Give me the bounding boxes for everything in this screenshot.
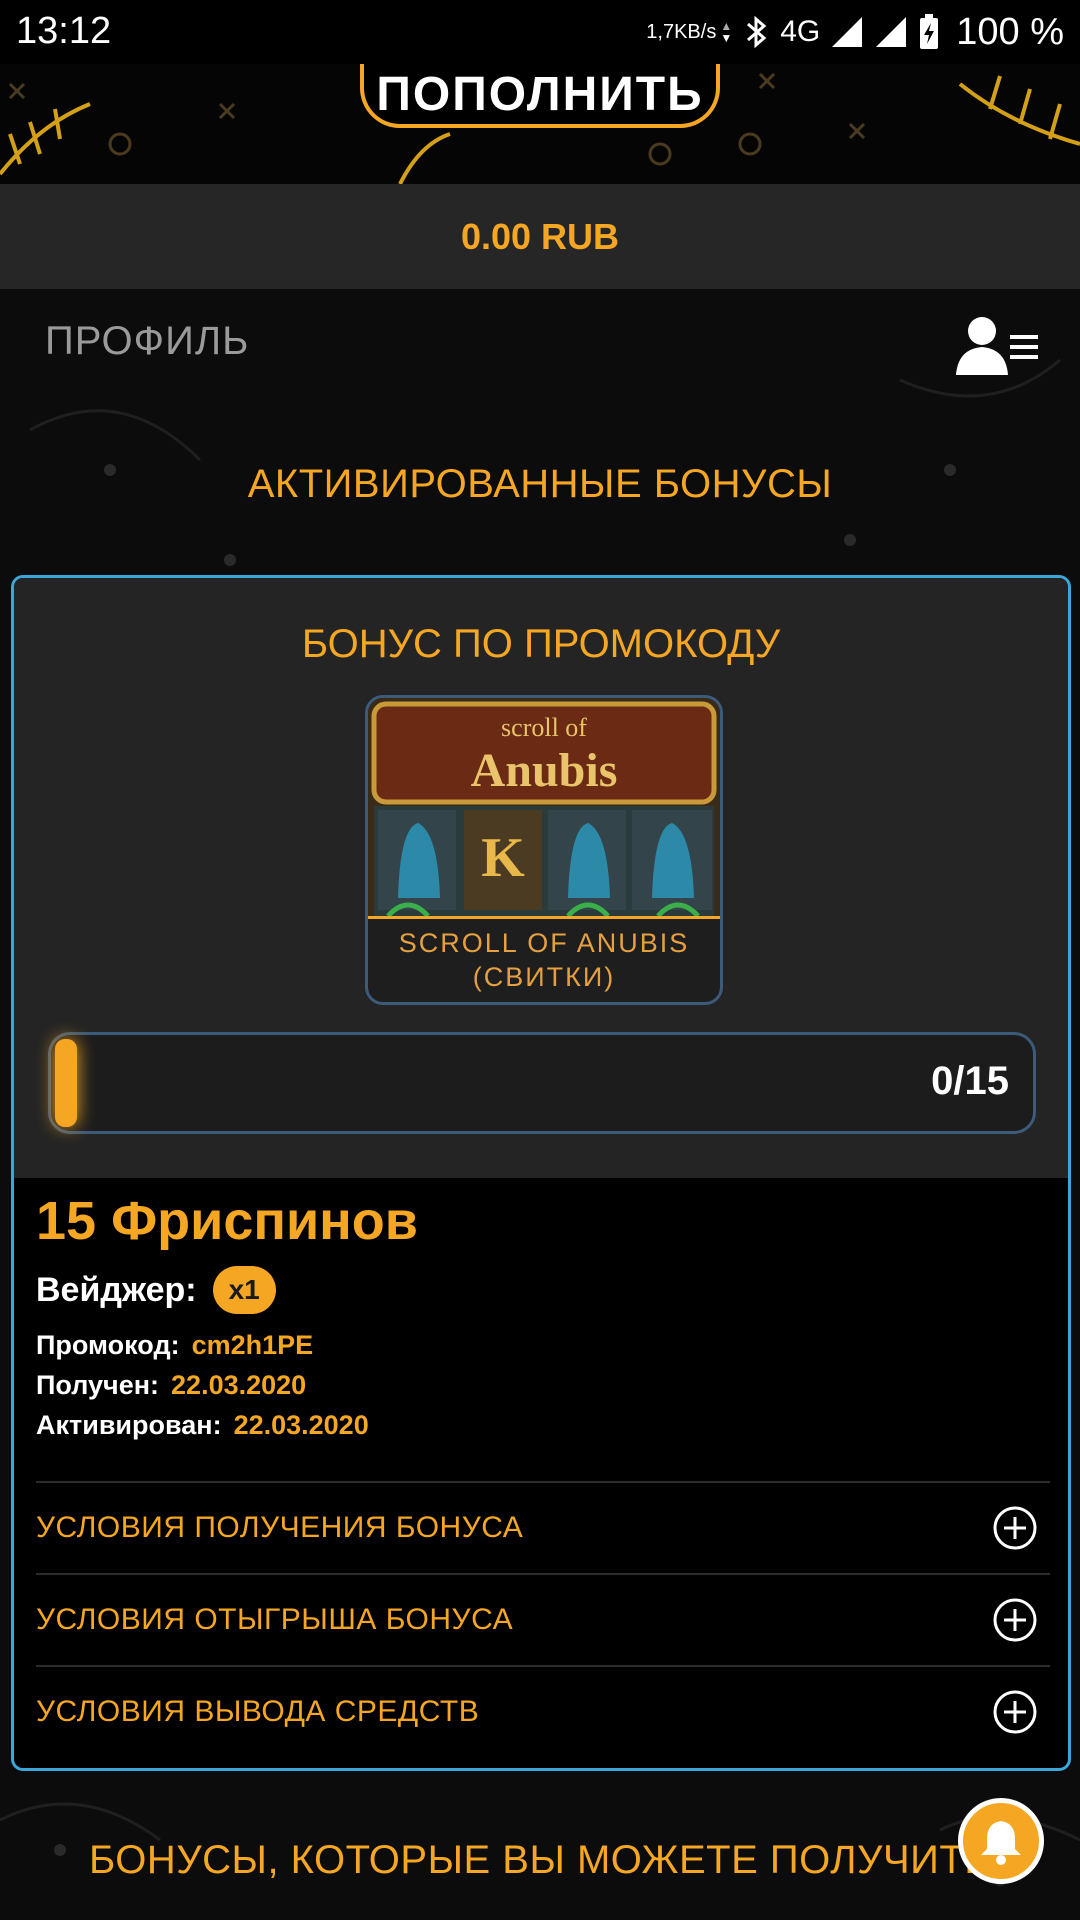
wager-badge: x1 bbox=[212, 1266, 276, 1314]
promo-value: cm2h1PE bbox=[191, 1330, 314, 1360]
balance-value: 0.00 RUB bbox=[460, 215, 620, 257]
conditions-list: УСЛОВИЯ ПОЛУЧЕНИЯ БОНУСА УСЛОВИЯ ОТЫГРЫШ… bbox=[36, 1481, 1050, 1757]
bluetooth-icon bbox=[747, 15, 767, 49]
expand-plus-icon[interactable] bbox=[992, 1597, 1038, 1643]
activated-value: 22.03.2020 bbox=[233, 1410, 369, 1440]
conditions-wager-label: УСЛОВИЯ ОТЫГРЫША БОНУСА bbox=[36, 1603, 514, 1636]
bonus-card: БОНУС ПО ПРОМОКОДУ scroll of Anubis K SC… bbox=[11, 575, 1071, 1771]
game-name: SCROLL OF ANUBIS (СВИТКИ) bbox=[368, 920, 720, 1000]
bonus-card-top: БОНУС ПО ПРОМОКОДУ scroll of Anubis K SC… bbox=[14, 578, 1068, 1178]
conditions-receive-label: УСЛОВИЯ ПОЛУЧЕНИЯ БОНУСА bbox=[36, 1511, 524, 1544]
signal-icon bbox=[832, 17, 863, 47]
notification-button[interactable] bbox=[958, 1798, 1044, 1884]
wager-label: Вейджер: bbox=[36, 1270, 197, 1309]
bonus-card-title: БОНУС ПО ПРОМОКОДУ bbox=[301, 622, 781, 666]
game-logo-line1: scroll of bbox=[501, 713, 587, 742]
balance-display: 0.00 RUB bbox=[0, 184, 1080, 289]
game-thumbnail: scroll of Anubis K bbox=[368, 698, 720, 919]
status-bar: 13:12 1,7KB/s ▲ ▼ 4G 100 % bbox=[0, 0, 1080, 64]
promo-label: Промокод: bbox=[36, 1330, 180, 1360]
game-name-line1: SCROLL OF ANUBIS bbox=[398, 928, 690, 958]
network-type: 4G bbox=[780, 15, 821, 48]
conditions-wager-item[interactable]: УСЛОВИЯ ОТЫГРЫША БОНУСА bbox=[36, 1573, 1050, 1665]
bonus-amount: 15 Фриспинов bbox=[36, 1191, 418, 1251]
status-time: 13:12 bbox=[16, 10, 112, 52]
svg-text:K: K bbox=[481, 827, 525, 889]
battery-level: 100 % bbox=[956, 10, 1064, 53]
battery-charging-icon bbox=[920, 14, 939, 49]
page-title: ПРОФИЛЬ bbox=[45, 319, 250, 363]
game-logo-line2: Anubis bbox=[471, 744, 618, 797]
bonus-details: 15 Фриспинов Вейджер: x1 Промокод: cm2h1… bbox=[36, 1190, 1046, 1440]
game-name-line2: (СВИТКИ) bbox=[472, 962, 616, 992]
activated-label: Активирован: bbox=[36, 1410, 222, 1440]
signal-icon-2 bbox=[876, 17, 907, 47]
promo-row: Промокод: cm2h1PE bbox=[36, 1330, 1046, 1360]
net-speed: 1,7KB/s ▲ ▼ bbox=[646, 20, 732, 44]
net-arrows-icon: ▲ ▼ bbox=[720, 19, 733, 45]
activated-row: Активирован: 22.03.2020 bbox=[36, 1410, 1046, 1440]
received-row: Получен: 22.03.2020 bbox=[36, 1370, 1046, 1400]
conditions-withdraw-item[interactable]: УСЛОВИЯ ВЫВОДА СРЕДСТВ bbox=[36, 1665, 1050, 1757]
wager-progress-bar: 0/15 bbox=[48, 1032, 1036, 1134]
conditions-withdraw-label: УСЛОВИЯ ВЫВОДА СРЕДСТВ bbox=[36, 1695, 480, 1728]
conditions-receive-item[interactable]: УСЛОВИЯ ПОЛУЧЕНИЯ БОНУСА bbox=[36, 1481, 1050, 1573]
bell-icon bbox=[981, 1821, 1021, 1865]
expand-plus-icon[interactable] bbox=[992, 1505, 1038, 1551]
received-label: Получен: bbox=[36, 1370, 160, 1400]
profile-header: ПРОФИЛЬ bbox=[0, 289, 1080, 399]
activated-bonuses-title: АКТИВИРОВАННЫЕ БОНУСЫ bbox=[247, 462, 833, 506]
game-tile[interactable]: scroll of Anubis K SCROLL OF ANUBIS (СВИ… bbox=[365, 695, 723, 1005]
deposit-button[interactable]: ПОПОЛНИТЬ bbox=[360, 64, 720, 128]
progress-text: 0/15 bbox=[931, 1059, 1009, 1103]
status-right-group: 1,7KB/s ▲ ▼ 4G 100 % bbox=[646, 10, 1064, 54]
user-menu-icon[interactable] bbox=[956, 315, 1040, 375]
progress-fill bbox=[55, 1039, 77, 1127]
net-speed-text: 1,7KB/s bbox=[646, 21, 717, 43]
expand-plus-icon[interactable] bbox=[992, 1689, 1038, 1735]
header: ПОПОЛНИТЬ bbox=[0, 64, 1080, 184]
wager-row: Вейджер: x1 bbox=[36, 1266, 1046, 1314]
received-value: 22.03.2020 bbox=[171, 1370, 307, 1400]
available-bonuses-title: БОНУСЫ, КОТОРЫЕ ВЫ МОЖЕТЕ ПОЛУЧИТЬ bbox=[88, 1838, 992, 1882]
